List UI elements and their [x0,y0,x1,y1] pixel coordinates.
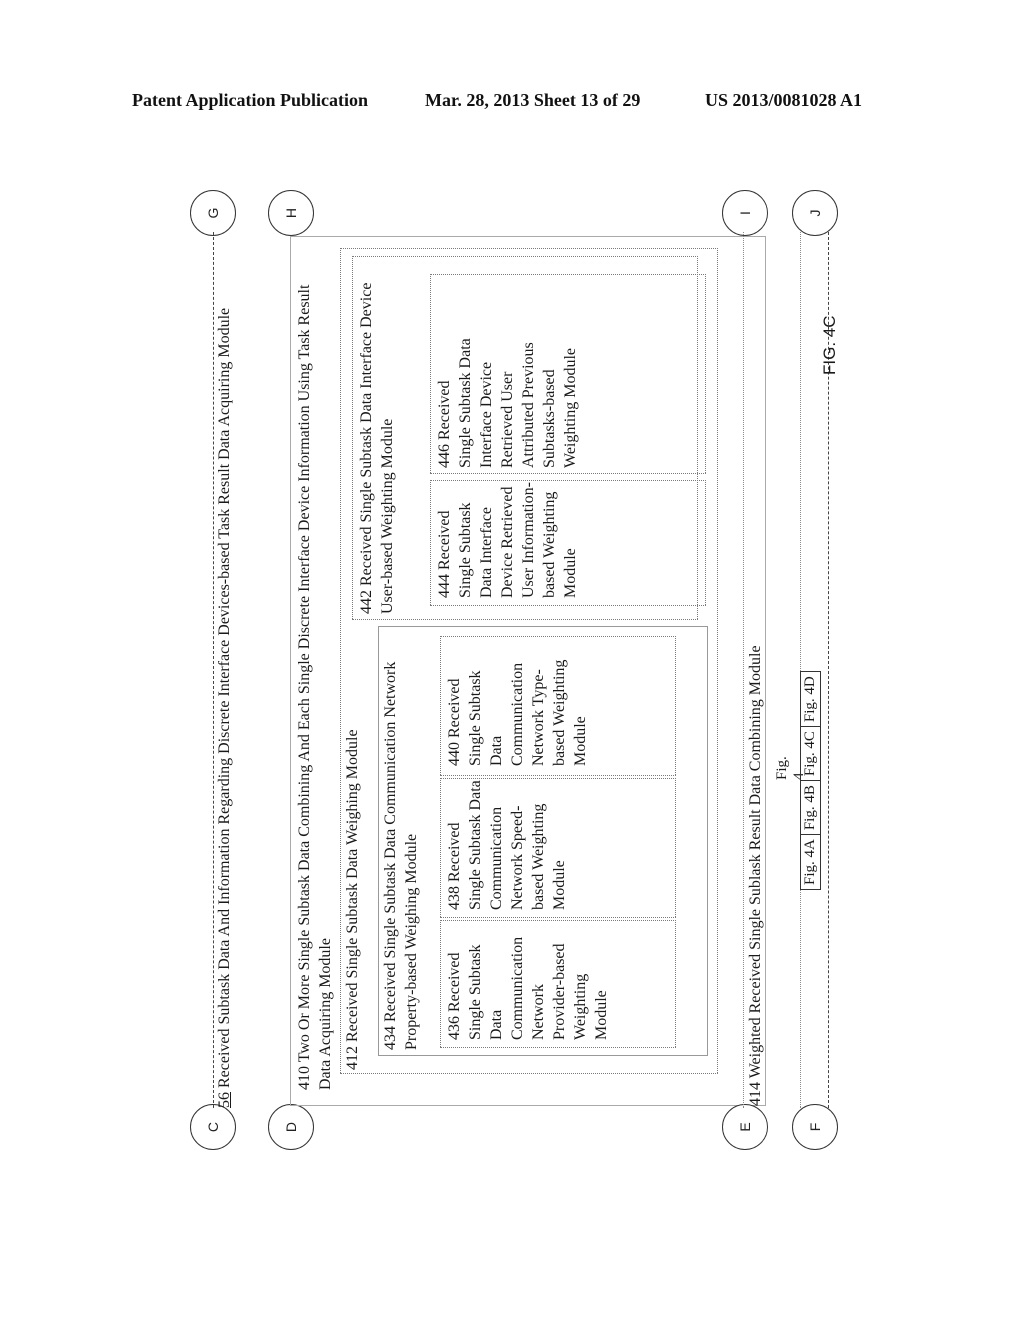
figure-index-cell: Fig. 4C [801,726,820,781]
figure-index-cell: Fig. 4A [801,834,820,889]
connector-c: C [190,1104,236,1150]
connector-j: J [792,190,838,236]
flow-line-f-j-upper [800,232,801,1108]
module-444-label: 444 Received Single Subtask Data Interfa… [436,482,579,598]
connector-g: G [190,190,236,236]
module-436-label: 436 Received Single Subtask Data Communi… [446,936,610,1040]
patent-number: US 2013/0081028 A1 [705,90,863,110]
figure-index-cell: Fig. 4D [802,676,818,723]
module-446-label: 446 Received Single Subtask Data Interfa… [436,338,579,468]
module-410-label: 410 Two Or More Single Subtask Data Comb… [296,284,334,1090]
connector-i: I [722,190,768,236]
module-442-label: 442 Received Single Subtask Data Interfa… [358,282,396,614]
connector-e: E [722,1104,768,1150]
publication-title: Patent Application Publication [132,90,369,110]
figure-label: FIG. 4C [820,315,839,375]
figure-index-cell: Fig. 4B [801,780,820,835]
module-56-label: 56 Received Subtask Data And Information… [214,238,235,1108]
connector-h: H [268,190,314,236]
date-and-sheet: Mar. 28, 2013 Sheet 13 of 29 [425,90,641,110]
connector-d: D [268,1104,314,1150]
module-440-label: 440 Received Single Subtask Data Communi… [446,659,589,766]
flow-line-e-i [743,232,744,1108]
module-414-label: 414 Weighted Received Single Sublask Res… [747,645,764,1106]
figure-index-table: Fig. 4A Fig. 4B Fig. 4C Fig. 4D [800,671,821,890]
connector-f: F [792,1104,838,1150]
module-434-label: 434 Received Single Subtask Data Communi… [382,661,420,1050]
module-56-text: Received Subtask Data And Information Re… [216,307,233,1092]
module-56-ref: 56 [216,1092,233,1108]
block-diagram: C G 56 Received Subtask Data And Informa… [180,190,840,1150]
module-438-label: 438 Received Single Subtask Data Communi… [446,780,568,910]
